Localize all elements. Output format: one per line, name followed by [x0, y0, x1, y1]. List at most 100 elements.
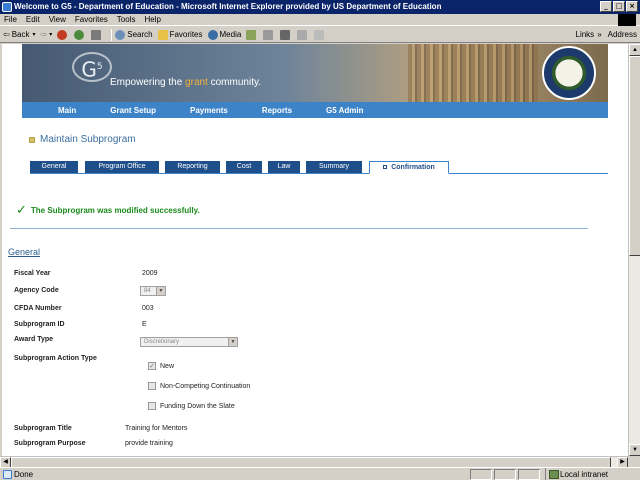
tab-cost[interactable]: Cost — [226, 161, 262, 173]
tagline-pre: Empowering the — [110, 77, 186, 88]
success-message: ✓ The Subprogram was modified successful… — [16, 203, 200, 218]
ie-app-icon — [2, 2, 12, 12]
history-button[interactable] — [246, 29, 258, 40]
discuss-button[interactable] — [314, 29, 326, 40]
fiscal-year-label: Fiscal Year — [14, 270, 51, 277]
tab-confirmation-icon — [383, 165, 388, 170]
subprogram-title-value: Training for Mentors — [125, 425, 188, 432]
menu-view[interactable]: View — [49, 14, 66, 25]
nav-grant-setup[interactable]: Grant Setup — [110, 106, 156, 115]
subprogram-id-label: Subprogram ID — [14, 321, 65, 328]
discuss-icon — [314, 29, 325, 40]
tab-summary[interactable]: Summary — [306, 161, 362, 173]
home-button[interactable] — [91, 29, 103, 40]
home-icon — [91, 29, 102, 40]
window-title: Welcome to G5 - Department of Education … — [14, 2, 442, 11]
close-button[interactable]: × — [626, 1, 638, 12]
tab-strip: General Program Office Reporting Cost La… — [30, 161, 608, 174]
search-label: Search — [127, 29, 153, 39]
tagline-highlight: grant — [185, 77, 208, 88]
history-icon — [246, 29, 257, 40]
g5-logo-number: 5 — [96, 62, 103, 72]
menu-bar: File Edit View Favorites Tools Help — [0, 14, 640, 26]
search-button[interactable]: Search — [115, 27, 153, 43]
maximize-button[interactable]: □ — [613, 1, 625, 12]
award-type-select[interactable]: Discretionary ▼ — [140, 337, 238, 347]
mail-button[interactable] — [263, 29, 275, 40]
window-titlebar: Welcome to G5 - Department of Education … — [0, 0, 640, 14]
security-zone: Local intranet — [545, 468, 640, 480]
page-title-text: Maintain Subprogram — [40, 134, 136, 145]
back-button[interactable]: ⇦ Back ▾ — [3, 27, 36, 43]
tab-reporting[interactable]: Reporting — [165, 161, 220, 173]
page-title: Maintain Subprogram — [29, 134, 608, 145]
vertical-scrollbar[interactable]: ▲ ▼ — [628, 44, 640, 456]
forward-button[interactable]: ⇨ ▾ — [41, 27, 53, 43]
nav-g5-admin[interactable]: G5 Admin — [326, 106, 363, 115]
library-shelves-image — [408, 44, 538, 102]
nav-payments[interactable]: Payments — [190, 106, 228, 115]
scrollbar-corner — [628, 456, 640, 467]
scroll-up-icon[interactable]: ▲ — [629, 44, 640, 56]
address-label: Address — [607, 30, 637, 39]
award-type-value: Discretionary — [144, 339, 180, 345]
divider — [10, 228, 588, 229]
status-bar: Done Local intranet — [0, 467, 640, 480]
stop-icon — [57, 29, 68, 40]
tab-law[interactable]: Law — [268, 161, 300, 173]
refresh-icon — [74, 29, 85, 40]
menu-help[interactable]: Help — [144, 14, 160, 25]
tab-program-office[interactable]: Program Office — [85, 161, 159, 173]
links-chevron-icon[interactable]: » — [597, 27, 601, 43]
tab-confirmation-label: Confirmation — [391, 164, 435, 171]
media-button[interactable]: Media — [207, 27, 242, 43]
chevron-down-icon: ▼ — [228, 338, 237, 346]
status-cell — [470, 469, 492, 480]
page-done-icon — [3, 470, 12, 479]
non-competing-checkbox[interactable] — [148, 382, 156, 390]
print-button[interactable] — [280, 29, 292, 40]
menu-tools[interactable]: Tools — [117, 14, 136, 25]
windows-logo-icon — [618, 14, 636, 26]
edit-button[interactable] — [297, 29, 309, 40]
status-cell — [494, 469, 516, 480]
tab-general[interactable]: General — [30, 161, 78, 173]
horizontal-scrollbar[interactable]: ◀ ▶ — [0, 456, 628, 468]
award-type-label: Award Type — [14, 336, 54, 343]
cfda-number-label: CFDA Number — [14, 305, 62, 312]
favorites-icon — [157, 29, 168, 40]
links-button[interactable]: Links — [576, 27, 595, 43]
refresh-button[interactable] — [74, 29, 86, 40]
mail-icon — [263, 29, 274, 40]
fiscal-year-value: 2009 — [142, 270, 158, 277]
new-checkbox[interactable]: ✓ — [148, 362, 156, 370]
nav-main[interactable]: Main — [58, 106, 76, 115]
general-section-link[interactable]: General — [8, 247, 40, 257]
back-arrow-icon: ⇦ — [3, 29, 10, 39]
title-bullet-icon — [29, 136, 35, 143]
print-icon — [280, 29, 291, 40]
favorites-button[interactable]: Favorites — [157, 27, 203, 43]
vertical-scroll-thumb[interactable] — [629, 56, 640, 256]
cfda-number-value: 003 — [142, 305, 154, 312]
stop-button[interactable] — [57, 29, 69, 40]
menu-edit[interactable]: Edit — [26, 14, 40, 25]
scroll-down-icon[interactable]: ▼ — [629, 444, 640, 456]
menu-favorites[interactable]: Favorites — [75, 14, 108, 25]
tagline-post: community. — [207, 77, 262, 88]
media-label: Media — [219, 29, 242, 39]
menu-file[interactable]: File — [4, 14, 17, 25]
subprogram-title-label: Subprogram Title — [14, 425, 72, 432]
toolbar-separator — [111, 28, 113, 41]
funding-down-slate-checkbox[interactable] — [148, 402, 156, 410]
tab-confirmation[interactable]: Confirmation — [369, 161, 449, 174]
nav-reports[interactable]: Reports — [262, 106, 292, 115]
agency-code-select[interactable]: 84 ▼ — [140, 286, 166, 296]
forward-dropdown-icon[interactable]: ▾ — [49, 27, 52, 43]
intranet-zone-icon — [549, 470, 559, 479]
tagline: Empowering the grant community. — [110, 77, 261, 88]
minimize-button[interactable]: _ — [600, 1, 612, 12]
edit-icon — [297, 29, 308, 40]
back-dropdown-icon[interactable]: ▾ — [33, 27, 36, 43]
checkmark-icon: ✓ — [16, 203, 27, 218]
